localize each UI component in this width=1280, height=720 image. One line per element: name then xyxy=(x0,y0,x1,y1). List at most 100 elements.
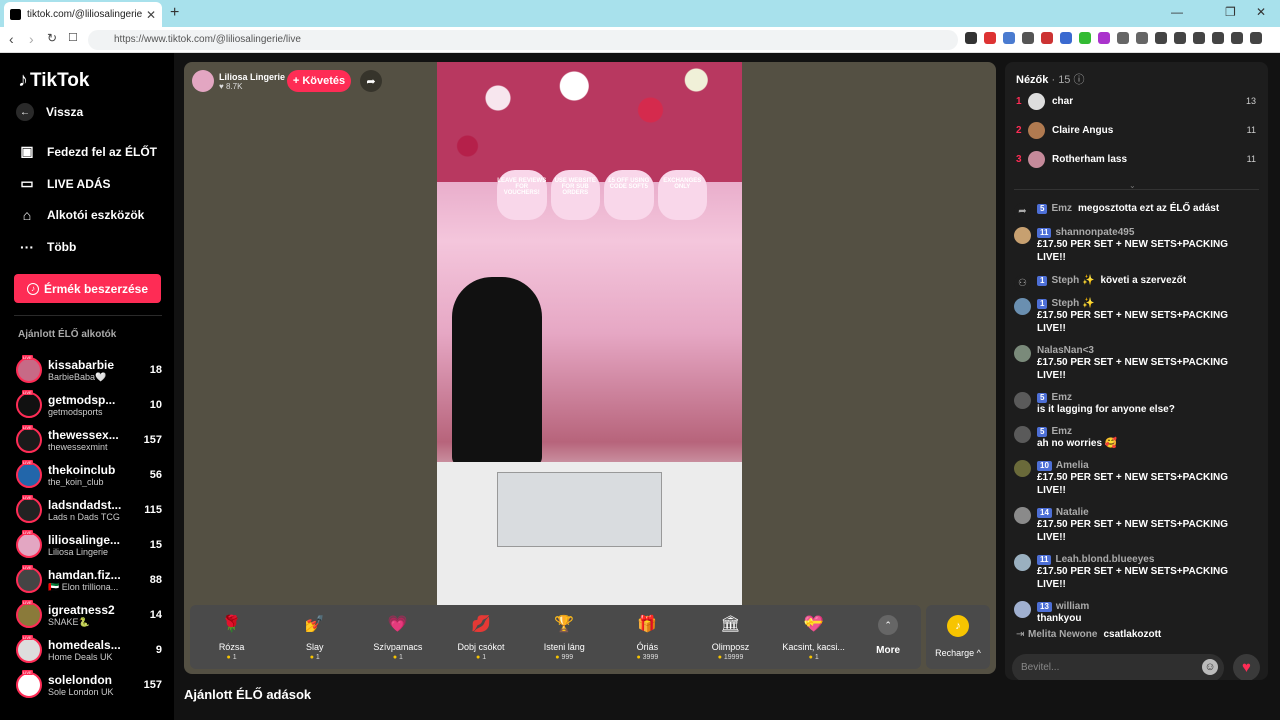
recharge-button[interactable]: ♪ Recharge ^ xyxy=(926,605,990,669)
top-viewer-row[interactable]: 1 char 13 xyxy=(1016,91,1256,111)
gift-item[interactable]: 💝 Kacsint, kacsi... 1 xyxy=(772,605,855,669)
back-button[interactable]: ← Vissza xyxy=(16,103,83,121)
like-heart-icon[interactable]: ♥ xyxy=(1233,654,1260,680)
chat-user[interactable]: shannonpate495 xyxy=(1055,227,1134,238)
gift-name: Olimposz xyxy=(711,642,750,652)
nav-more[interactable]: ··· Több xyxy=(18,239,76,255)
chat-user[interactable]: Steph ✨ xyxy=(1051,298,1094,309)
streamer-name[interactable]: Liliosa Lingerie xyxy=(219,72,285,82)
streamer-avatar[interactable] xyxy=(192,70,214,92)
chat-user[interactable]: Emz xyxy=(1051,392,1072,403)
chat-user[interactable]: Emz xyxy=(1051,426,1072,437)
nav-explore-live[interactable]: ▣ Fedezd fel az ÉLŐT xyxy=(18,143,157,160)
creator-name: igreatness2 xyxy=(48,602,115,617)
user-avatar xyxy=(1014,554,1031,571)
creator-item[interactable]: LIVE solelondon Sole London UK 157 xyxy=(16,670,162,700)
viewers-header[interactable]: Nézők · 15 ⓘ xyxy=(1016,71,1085,87)
follow-button[interactable]: + Követés xyxy=(287,70,351,92)
gift-item[interactable]: 💅 Slay 1 xyxy=(273,605,356,669)
close-window-icon[interactable]: ✕ xyxy=(1256,5,1266,19)
emoji-icon[interactable]: ☺ xyxy=(1202,659,1218,675)
sidebar-icon[interactable] xyxy=(1155,32,1167,44)
creator-avatar: LIVE xyxy=(16,425,42,453)
gift-item[interactable]: 🏛 Olimposz 19999 xyxy=(689,605,772,669)
creator-avatar: LIVE xyxy=(16,390,42,418)
creator-item[interactable]: LIVE ladsndadst... Lads n Dads TCG 115 xyxy=(16,495,162,525)
user-avatar xyxy=(1014,298,1031,315)
back-icon[interactable]: ‹ xyxy=(9,31,14,47)
new-tab-icon[interactable]: + xyxy=(170,4,179,22)
creator-item[interactable]: LIVE thekoinclub the_koin_club 56 xyxy=(16,460,162,490)
creator-item[interactable]: LIVE igreatness2 SNAKE🐍 14 xyxy=(16,600,162,630)
extension-icon[interactable] xyxy=(1136,32,1148,44)
extension-icon[interactable] xyxy=(1193,32,1205,44)
more-gifts-button[interactable]: ⌃ More xyxy=(855,605,921,669)
creator-item[interactable]: LIVE kissabarbie BarbieBaba🤍 18 xyxy=(16,355,162,385)
creator-text: solelondon Sole London UK xyxy=(48,673,140,697)
chat-input[interactable]: Bevitel... xyxy=(1012,654,1224,680)
live-video[interactable]: LEAVE REVIEWS FOR VOUCHERS! USE WEBSITE … xyxy=(437,62,742,605)
creator-name: solelondon xyxy=(48,673,112,687)
chat-user[interactable]: Natalie xyxy=(1056,507,1089,518)
shield-icon[interactable] xyxy=(965,32,977,44)
chat-user[interactable]: NalasNan<3 xyxy=(1037,345,1094,356)
translate-icon[interactable] xyxy=(1003,32,1015,44)
fan-level-badge: 1 xyxy=(1037,275,1048,286)
gift-item[interactable]: 💋 Dobj csókot 1 xyxy=(439,605,522,669)
top-viewer-row[interactable]: 3 Rotherham lass 11 xyxy=(1016,149,1256,169)
creator-name: kissabarbie xyxy=(48,357,115,372)
minimize-icon[interactable]: — xyxy=(1171,5,1183,19)
follow-user-icon: ⚇ xyxy=(1014,275,1031,292)
reload-icon[interactable]: ↻ xyxy=(47,31,57,45)
creator-name: thekoinclub xyxy=(48,463,116,477)
maximize-icon[interactable]: ❐ xyxy=(1225,5,1236,19)
gift-item[interactable]: 🏆 Isteni láng 999 xyxy=(523,605,606,669)
creator-item[interactable]: LIVE homedeals... Home Deals UK 9 xyxy=(16,635,162,665)
chat-user[interactable]: Leah.blond.blueeyes xyxy=(1055,554,1154,565)
nav-go-live[interactable]: ▭ LIVE ADÁS xyxy=(18,175,110,192)
forward-icon[interactable]: › xyxy=(29,31,34,47)
creator-item[interactable]: LIVE liliosalinge... Liliosa Lingerie 15 xyxy=(16,530,162,560)
wallet-icon[interactable] xyxy=(1174,32,1186,44)
chat-user[interactable]: william xyxy=(1056,601,1089,612)
extension-icon[interactable] xyxy=(1212,32,1224,44)
warning-icon[interactable] xyxy=(984,32,996,44)
bookmark-icon[interactable]: ☐ xyxy=(68,31,78,44)
gift-price: 1 xyxy=(476,654,486,661)
gift-item[interactable]: 🎁 Óriás 3999 xyxy=(606,605,689,669)
creator-item[interactable]: LIVE thewessex... thewessexmint 157 xyxy=(16,425,162,455)
gift-name: Rózsa xyxy=(218,642,245,652)
chat-user[interactable]: Steph ✨ xyxy=(1051,275,1094,286)
url-field[interactable]: https://www.tiktok.com/@liliosalingerie/… xyxy=(88,30,958,50)
chat-user[interactable]: Amelia xyxy=(1056,460,1089,471)
info-icon[interactable]: ⓘ xyxy=(1074,74,1085,86)
wink-heart-icon: 💝 xyxy=(803,616,824,633)
creator-avatar: LIVE xyxy=(16,565,42,593)
gift-price: 1 xyxy=(809,654,819,661)
tools-icon[interactable] xyxy=(1022,32,1034,44)
gift-item[interactable]: 💗 Szívpamacs 1 xyxy=(356,605,439,669)
tiktok-logo[interactable]: ♪ TikTok xyxy=(18,69,89,92)
chat-user[interactable]: Emz xyxy=(1051,203,1072,214)
close-tab-icon[interactable]: ✕ xyxy=(146,8,156,22)
extension-icon[interactable] xyxy=(1231,32,1243,44)
extension-icon[interactable] xyxy=(1060,32,1072,44)
browser-tab[interactable]: tiktok.com/@liliosalingerie/li... ✕ xyxy=(4,2,162,27)
extension-icon[interactable] xyxy=(1098,32,1110,44)
share-icon[interactable]: ➦ xyxy=(360,70,382,92)
creator-item[interactable]: LIVE getmodsp... getmodsports 10 xyxy=(16,390,162,420)
live-badge: LIVE xyxy=(22,460,33,465)
streamer-info[interactable]: Liliosa Lingerie ♥ 8.7K xyxy=(192,70,285,92)
top-viewer-row[interactable]: 2 Claire Angus 11 xyxy=(1016,120,1256,140)
menu-icon[interactable] xyxy=(1250,32,1262,44)
gift-bar: 🌹 Rózsa 1💅 Slay 1💗 Szívpamacs 1💋 Dobj cs… xyxy=(190,605,921,669)
creator-item[interactable]: LIVE hamdan.fiz... 🇦🇪 Elon trilliona... … xyxy=(16,565,162,595)
nav-creator-tools[interactable]: ⌂ Alkotói eszközök xyxy=(18,207,145,223)
gift-item[interactable]: 🌹 Rózsa 1 xyxy=(190,605,273,669)
get-coins-button[interactable]: ♪ Érmék beszerzése xyxy=(14,274,161,303)
extension-icon[interactable] xyxy=(1079,32,1091,44)
hls-icon[interactable] xyxy=(1041,32,1053,44)
user-avatar xyxy=(1014,392,1031,409)
joined-user[interactable]: Melita Newone xyxy=(1028,629,1097,640)
puzzle-icon[interactable] xyxy=(1117,32,1129,44)
